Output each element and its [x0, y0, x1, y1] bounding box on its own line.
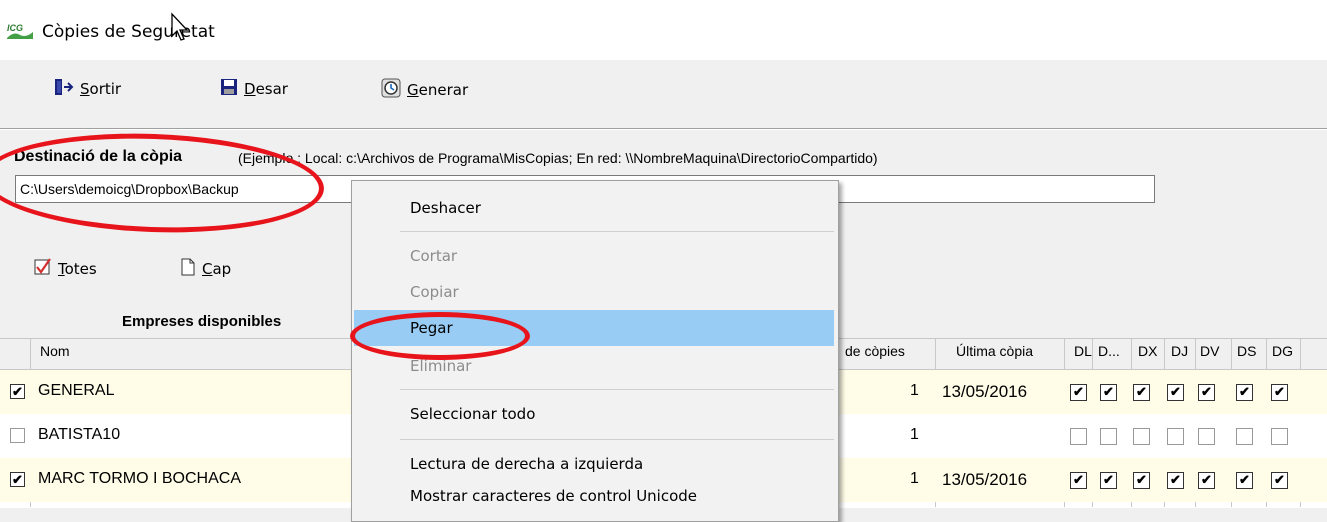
day-schedule-checkbox[interactable]: ✔ [1100, 384, 1117, 401]
day-schedule-checkbox[interactable]: ✔ [1198, 472, 1215, 489]
day-schedule-checkbox[interactable]: ✔ [1167, 384, 1184, 401]
toolbar-separator [0, 128, 1327, 130]
day-schedule-checkbox[interactable]: ✔ [1271, 472, 1288, 489]
sortir-button[interactable]: Sortir [54, 78, 121, 100]
day-schedule-checkbox[interactable]: ✔ [1167, 472, 1184, 489]
menu-separator [400, 231, 834, 232]
company-name-cell: BATISTA10 [38, 426, 121, 443]
menu-item-deshacer[interactable]: Deshacer [410, 199, 481, 217]
destination-example-text: (Ejemplo : Local: c:\Archivos de Program… [238, 150, 878, 166]
day-schedule-checkbox[interactable] [1167, 428, 1184, 445]
menu-separator [400, 439, 834, 440]
sortir-label: Sortir [80, 80, 122, 98]
day-schedule-checkbox[interactable]: ✔ [1271, 384, 1288, 401]
day-schedule-checkbox[interactable]: ✔ [1236, 384, 1253, 401]
generar-label: Generar [407, 81, 469, 99]
day-schedule-checkbox[interactable]: ✔ [1100, 472, 1117, 489]
menu-separator [400, 389, 834, 390]
desar-label: Desar [244, 80, 288, 98]
column-header-dg[interactable]: DG [1272, 343, 1293, 359]
select-all-button[interactable]: Totes [34, 258, 97, 280]
generate-clock-icon [381, 78, 401, 102]
select-none-button[interactable]: Cap [180, 258, 231, 280]
day-schedule-checkbox[interactable]: ✔ [1070, 384, 1087, 401]
row-select-checkbox[interactable]: ✔ [10, 384, 25, 399]
cap-label: Cap [202, 260, 232, 278]
generar-button[interactable]: Generar [381, 78, 468, 102]
row-select-checkbox[interactable] [10, 428, 25, 443]
column-header-dl[interactable]: DL [1074, 343, 1092, 359]
copies-count-cell: 1 [910, 426, 919, 443]
day-schedule-checkbox[interactable] [1070, 428, 1087, 445]
floppy-disk-icon [220, 78, 238, 100]
svg-text:ICG: ICG [7, 23, 23, 33]
day-schedule-checkbox[interactable]: ✔ [1070, 472, 1087, 489]
day-schedule-checkbox[interactable] [1271, 428, 1288, 445]
day-schedule-checkbox[interactable] [1198, 428, 1215, 445]
last-copy-date-cell: 13/05/2016 [942, 382, 1028, 401]
day-schedule-checkbox[interactable] [1236, 428, 1253, 445]
company-name-cell: MARC TORMO I BOCHACA [38, 470, 241, 487]
mouse-cursor-icon [170, 12, 190, 46]
copies-count-cell: 1 [910, 470, 919, 487]
red-highlight-ellipse [350, 312, 530, 360]
column-header-ultima[interactable]: Última còpia [956, 343, 1033, 359]
column-header-nom[interactable]: Nom [40, 343, 70, 359]
red-highlight-ellipse [0, 128, 326, 238]
desar-button[interactable]: Desar [220, 78, 288, 100]
grid-title: Empreses disponibles [122, 313, 282, 330]
day-schedule-checkbox[interactable]: ✔ [1236, 472, 1253, 489]
column-header-ds[interactable]: DS [1237, 343, 1256, 359]
totes-label: Totes [58, 260, 97, 278]
company-name-cell: GENERAL [38, 382, 115, 399]
day-schedule-checkbox[interactable] [1133, 428, 1150, 445]
menu-item-lectura-rtl[interactable]: Lectura de derecha a izquierda [410, 455, 643, 473]
app-logo-icon: ICG [6, 22, 34, 40]
day-schedule-checkbox[interactable]: ✔ [1133, 472, 1150, 489]
day-schedule-checkbox[interactable]: ✔ [1133, 384, 1150, 401]
menu-item-mostrar-unicode[interactable]: Mostrar caracteres de control Unicode [410, 487, 697, 505]
column-header-dx[interactable]: DX [1138, 343, 1157, 359]
copies-count-cell: 1 [910, 382, 919, 399]
day-schedule-checkbox[interactable] [1100, 428, 1117, 445]
blank-page-icon [180, 258, 196, 280]
column-header-copies[interactable]: de còpies [845, 343, 905, 359]
exit-door-icon [54, 78, 74, 100]
menu-item-cortar[interactable]: Cortar [410, 247, 457, 265]
column-header-dm[interactable]: D... [1098, 343, 1120, 359]
menu-item-seleccionar-todo[interactable]: Seleccionar todo [410, 405, 535, 423]
column-header-dv[interactable]: DV [1200, 343, 1219, 359]
day-schedule-checkbox[interactable]: ✔ [1198, 384, 1215, 401]
last-copy-date-cell: 13/05/2016 [942, 470, 1028, 489]
menu-item-copiar[interactable]: Copiar [410, 283, 459, 301]
checked-box-icon [34, 258, 52, 280]
row-select-checkbox[interactable]: ✔ [10, 472, 25, 487]
column-header-dj[interactable]: DJ [1171, 343, 1188, 359]
